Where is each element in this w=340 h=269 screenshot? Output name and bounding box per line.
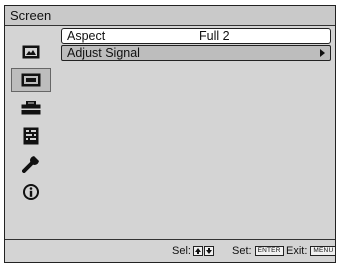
menu-row-aspect[interactable]: Aspect Full 2 (61, 28, 331, 44)
aspect-label: Aspect (67, 29, 106, 43)
sidebar-item-picture[interactable] (11, 40, 51, 64)
aspect-value: Full 2 (199, 29, 230, 43)
menu-list-icon (23, 127, 39, 145)
picture-icon (22, 45, 40, 59)
osd-menu-window: Screen Aspect Full 2 Adjust Signal Sel: … (4, 5, 337, 263)
sidebar-item-screen[interactable] (11, 68, 51, 92)
key-hint-footer: Sel: Set: ENTER Exit: MENU (5, 239, 337, 262)
exit-hint: Exit: MENU (286, 245, 337, 257)
enter-key: ENTER (254, 246, 284, 256)
sidebar-item-installation[interactable] (11, 152, 51, 176)
sidebar-item-setup[interactable] (11, 96, 51, 120)
exit-label: Exit: (286, 245, 308, 257)
menu-content: Aspect Full 2 Adjust Signal (61, 28, 331, 62)
category-sidebar (5, 26, 57, 236)
sidebar-item-menu[interactable] (11, 124, 51, 148)
up-arrow-key-icon (192, 246, 203, 256)
sidebar-item-information[interactable] (11, 180, 51, 204)
menu-title: Screen (10, 8, 52, 23)
submenu-arrow-icon (320, 49, 325, 57)
adjust-signal-label: Adjust Signal (67, 46, 140, 60)
screen-icon (21, 73, 41, 87)
info-icon (22, 183, 40, 201)
sel-label: Sel: (172, 245, 191, 257)
set-hint: Set: ENTER (232, 245, 284, 257)
menu-row-adjust-signal[interactable]: Adjust Signal (61, 45, 331, 61)
set-label: Set: (232, 245, 252, 257)
menu-key: MENU (310, 246, 337, 256)
title-bar: Screen (5, 6, 335, 26)
wrench-icon (22, 155, 40, 173)
select-hint: Sel: (172, 245, 214, 257)
setup-toolbox-icon (21, 101, 41, 115)
down-arrow-key-icon (203, 246, 214, 256)
